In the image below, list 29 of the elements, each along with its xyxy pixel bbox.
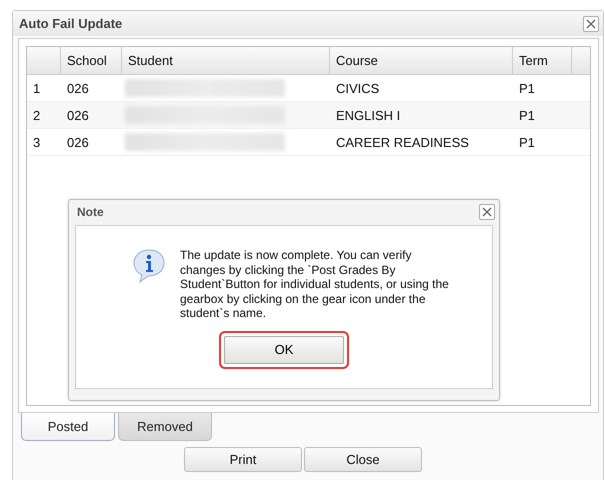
action-button[interactable]: Close — [304, 447, 422, 472]
table-cell-text: P1 — [518, 108, 536, 122]
table-cell-text: P1 — [518, 80, 536, 96]
table-cell-text: 026 — [66, 108, 90, 122]
table-cell-text: ENGLISH I — [335, 108, 402, 122]
tab[interactable]: Posted — [21, 413, 115, 441]
close-button[interactable] — [479, 204, 495, 220]
table-cell-text: P1 — [518, 134, 536, 150]
column-header[interactable]: School — [61, 47, 122, 74]
close-icon — [482, 207, 492, 217]
message-text: The update is now complete. You can verify changes by clicking the `Post Grades By Student`Button for individual students, or using the gearbox by clicking on the gear icon under the student`s name. — [180, 248, 450, 320]
tab[interactable]: Removed — [118, 413, 212, 441]
dialog-title: Note — [77, 205, 104, 219]
action-button[interactable]: Print — [184, 447, 302, 472]
column-header[interactable]: Course — [330, 47, 513, 74]
close-icon — [586, 18, 596, 28]
column-header[interactable]: Term — [513, 47, 572, 74]
table-cell-text: 026 — [66, 80, 90, 96]
window-title: Auto Fail Update — [19, 16, 122, 31]
table-cell-text: CAREER READINESS — [335, 134, 470, 150]
row-number: 1 — [32, 80, 42, 96]
info-icon — [132, 248, 166, 284]
column-header[interactable]: Student — [122, 47, 330, 74]
table-cell-text: CIVICS — [335, 80, 380, 96]
ok-button[interactable]: OK — [224, 336, 344, 364]
row-number: 3 — [32, 134, 42, 150]
table-cell-text: 026 — [66, 134, 90, 150]
close-button[interactable] — [583, 16, 599, 32]
row-number: 2 — [32, 108, 42, 122]
